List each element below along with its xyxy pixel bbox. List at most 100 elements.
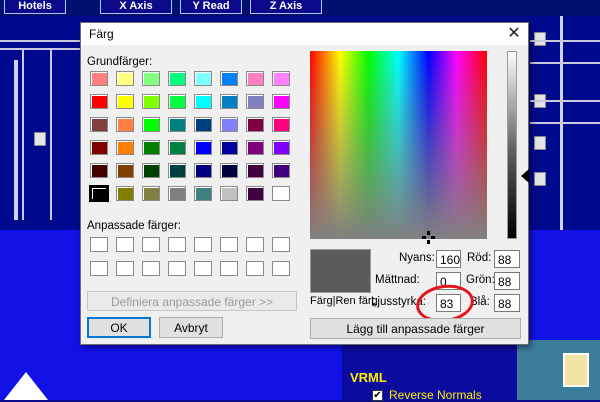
- basic-color-swatch[interactable]: [246, 140, 264, 155]
- green-field[interactable]: 88: [494, 272, 520, 290]
- define-custom-colors-button[interactable]: Definiera anpassade färger >>: [87, 291, 297, 311]
- background-divider: [530, 100, 600, 124]
- luminance-slider[interactable]: [507, 51, 517, 239]
- background-slider-thumb[interactable]: [534, 136, 546, 150]
- hue-label: Nyans:: [399, 252, 435, 264]
- custom-color-swatch[interactable]: [142, 261, 160, 276]
- basic-color-swatch[interactable]: [220, 163, 238, 178]
- basic-color-swatch[interactable]: [142, 163, 160, 178]
- basic-color-swatch[interactable]: [220, 140, 238, 155]
- basic-color-swatch[interactable]: [194, 186, 212, 201]
- basic-color-swatch[interactable]: [168, 94, 186, 109]
- custom-color-swatch[interactable]: [116, 237, 134, 252]
- basic-color-swatch[interactable]: [90, 71, 108, 86]
- reverse-normals-checkbox[interactable]: ✔: [372, 390, 383, 401]
- basic-color-swatch[interactable]: [168, 140, 186, 155]
- basic-color-swatch[interactable]: [194, 71, 212, 86]
- background-tab[interactable]: X Axis: [100, 0, 172, 14]
- basic-color-swatch[interactable]: [220, 186, 238, 201]
- custom-colors-label: Anpassade färger:: [87, 220, 181, 232]
- vrml-title: VRML: [350, 370, 387, 385]
- preview-label: Färg|Ren färg: [310, 295, 378, 307]
- basic-color-swatch[interactable]: [194, 94, 212, 109]
- basic-color-swatch[interactable]: [116, 71, 134, 86]
- cancel-button[interactable]: Avbryt: [159, 317, 223, 338]
- color-preview: [310, 249, 371, 293]
- luminance-arrow-icon[interactable]: [521, 169, 529, 183]
- blue-field[interactable]: 88: [494, 294, 520, 312]
- basic-color-swatch[interactable]: [116, 163, 134, 178]
- basic-color-swatch[interactable]: [272, 140, 290, 155]
- basic-color-swatch[interactable]: [116, 140, 134, 155]
- basic-color-swatch[interactable]: [142, 186, 160, 201]
- custom-color-swatch[interactable]: [90, 261, 108, 276]
- basic-color-swatch[interactable]: [142, 117, 160, 132]
- custom-color-swatch[interactable]: [246, 261, 264, 276]
- custom-color-swatch[interactable]: [272, 261, 290, 276]
- basic-color-swatch[interactable]: [168, 186, 186, 201]
- custom-color-swatch[interactable]: [272, 237, 290, 252]
- basic-color-swatch[interactable]: [272, 71, 290, 86]
- custom-color-swatch[interactable]: [142, 237, 160, 252]
- custom-color-swatch[interactable]: [116, 261, 134, 276]
- custom-color-swatch[interactable]: [90, 237, 108, 252]
- basic-color-swatch[interactable]: [194, 163, 212, 178]
- basic-color-swatch[interactable]: [116, 94, 134, 109]
- add-custom-colors-button[interactable]: Lägg till anpassade färger: [310, 318, 521, 339]
- basic-color-swatch[interactable]: [246, 163, 264, 178]
- basic-color-swatch[interactable]: [89, 185, 109, 202]
- basic-color-swatch[interactable]: [194, 117, 212, 132]
- basic-color-swatch[interactable]: [142, 94, 160, 109]
- background-tab-bar: Hotels X Axis Y Read Z Axis: [0, 0, 600, 16]
- background-divider: [0, 40, 82, 50]
- basic-color-swatch[interactable]: [272, 94, 290, 109]
- custom-color-swatch[interactable]: [168, 237, 186, 252]
- basic-color-swatch[interactable]: [142, 71, 160, 86]
- basic-color-swatch[interactable]: [116, 117, 134, 132]
- basic-color-swatch[interactable]: [246, 186, 264, 201]
- background-slider-thumb[interactable]: [534, 172, 546, 186]
- basic-color-swatch[interactable]: [90, 117, 108, 132]
- background-tab[interactable]: Y Read: [180, 0, 242, 14]
- crosshair-icon[interactable]: [422, 231, 435, 244]
- document-icon[interactable]: [563, 353, 589, 387]
- basic-color-swatch[interactable]: [220, 117, 238, 132]
- basic-color-swatch[interactable]: [246, 117, 264, 132]
- dialog-title: Färg: [89, 27, 114, 41]
- basic-color-swatch[interactable]: [272, 163, 290, 178]
- basic-color-swatch[interactable]: [246, 94, 264, 109]
- basic-colors-label: Grundfärger:: [87, 56, 153, 68]
- color-dialog: Färg ✕ Grundfärger: Anpassade färger: De…: [80, 22, 529, 345]
- ok-button[interactable]: OK: [87, 317, 151, 338]
- custom-color-swatch[interactable]: [220, 261, 238, 276]
- basic-color-swatch[interactable]: [220, 94, 238, 109]
- custom-color-swatch[interactable]: [168, 261, 186, 276]
- custom-color-swatch[interactable]: [220, 237, 238, 252]
- basic-color-swatch[interactable]: [246, 71, 264, 86]
- background-tab[interactable]: Z Axis: [250, 0, 322, 14]
- basic-color-swatch[interactable]: [168, 71, 186, 86]
- red-field[interactable]: 88: [494, 250, 520, 268]
- basic-color-swatch[interactable]: [116, 186, 134, 201]
- basic-color-swatch[interactable]: [90, 163, 108, 178]
- background-tab[interactable]: Hotels: [4, 0, 66, 14]
- background-divider: [530, 40, 600, 64]
- background-shape: [4, 372, 48, 400]
- basic-color-swatch[interactable]: [272, 186, 290, 201]
- custom-color-swatch[interactable]: [246, 237, 264, 252]
- basic-color-swatch[interactable]: [168, 117, 186, 132]
- basic-color-swatch[interactable]: [142, 140, 160, 155]
- basic-color-swatch[interactable]: [194, 140, 212, 155]
- basic-color-swatch[interactable]: [168, 163, 186, 178]
- close-icon[interactable]: ✕: [501, 23, 527, 45]
- basic-color-swatch[interactable]: [90, 94, 108, 109]
- background-slider-thumb[interactable]: [34, 132, 46, 146]
- color-spectrum[interactable]: [310, 51, 487, 239]
- background-slider-track[interactable]: [14, 60, 18, 220]
- custom-color-swatch[interactable]: [194, 237, 212, 252]
- basic-color-swatch[interactable]: [220, 71, 238, 86]
- hue-field[interactable]: 160: [436, 250, 461, 268]
- custom-color-swatch[interactable]: [194, 261, 212, 276]
- basic-color-swatch[interactable]: [90, 140, 108, 155]
- basic-color-swatch[interactable]: [272, 117, 290, 132]
